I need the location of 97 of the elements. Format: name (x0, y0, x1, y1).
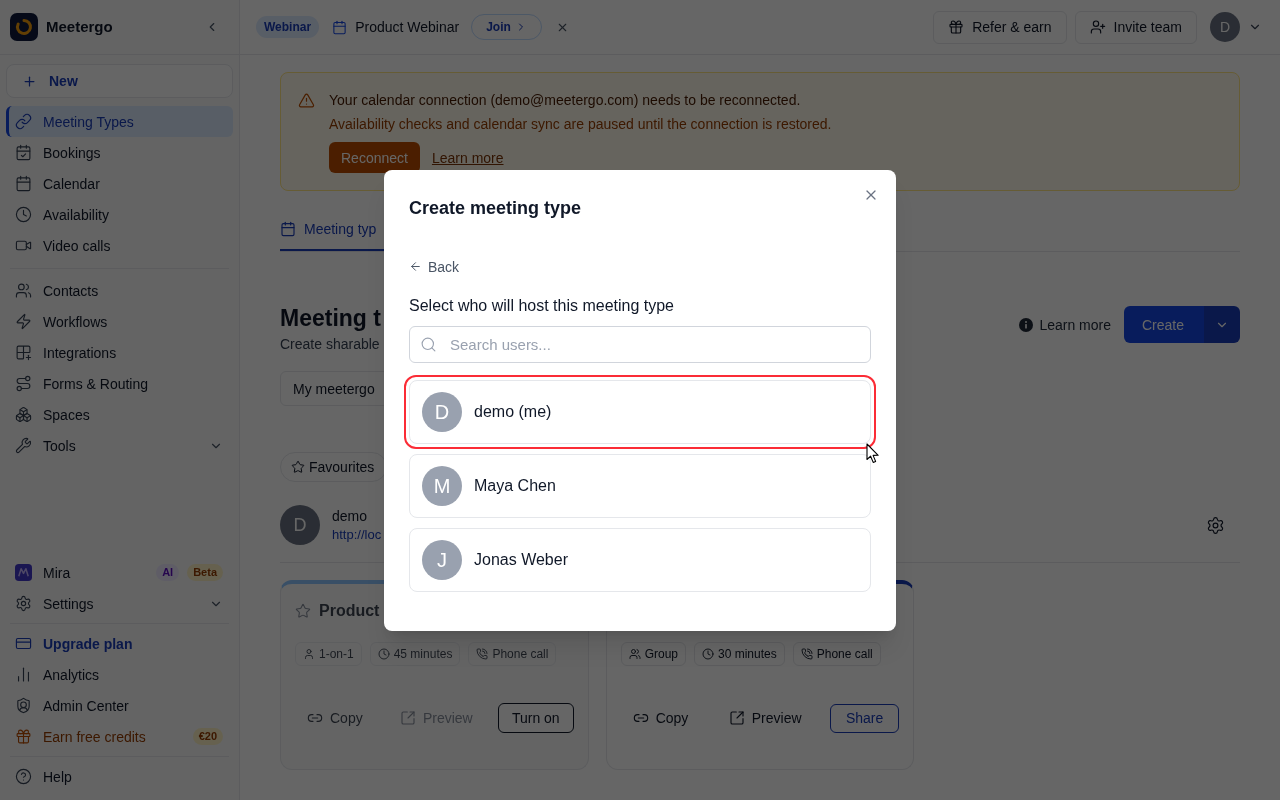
event-title: Product Webinar (355, 18, 460, 37)
new-button[interactable]: New (6, 64, 233, 98)
clock-icon (15, 206, 32, 223)
dialog-title: Create meeting type (409, 196, 583, 220)
arrow-left-icon (409, 260, 422, 273)
mouse-pointer-icon (866, 443, 880, 464)
owner-link[interactable]: http://loc (332, 526, 382, 544)
sidebar-item[interactable]: Contacts (6, 275, 233, 306)
preview-button[interactable]: Preview (716, 703, 814, 733)
sidebar-item[interactable]: Spaces (6, 399, 233, 430)
invite-button[interactable]: Invite team (1074, 10, 1197, 44)
sidebar-item[interactable]: Meeting Types (6, 106, 233, 137)
star-icon[interactable] (295, 603, 311, 619)
event-badge: Webinar (256, 16, 320, 38)
credit-card-icon (15, 635, 32, 652)
page-title: Meeting t (280, 304, 381, 333)
route-icon (15, 375, 32, 392)
alert-title: Your calendar connection (demo@meetergo.com) needs to be reconnected. (329, 91, 802, 110)
brand-name: Meetergo (46, 16, 113, 37)
link-icon (15, 113, 32, 130)
users-icon (15, 282, 32, 299)
shield-user-icon (15, 697, 32, 714)
phone-icon (800, 648, 813, 660)
calendar-icon (15, 175, 32, 192)
grid-plus-icon (15, 344, 32, 361)
settings-icon (15, 595, 32, 612)
sidebar-item[interactable]: Upgrade plan (6, 628, 233, 659)
reconnect-button[interactable]: Reconnect (329, 142, 420, 173)
plus-icon (22, 73, 37, 89)
settings-icon[interactable] (1206, 515, 1225, 535)
sidebar-item[interactable]: Calendar (6, 168, 233, 199)
host-prompt: Select who will host this meeting type (409, 295, 675, 316)
clock-icon (377, 648, 390, 660)
avatar: D (422, 391, 462, 432)
status-badge: Beta (187, 563, 223, 582)
gift-icon (15, 728, 32, 745)
card-title: Product (319, 601, 380, 621)
learn-more-link[interactable]: Learn more (1019, 314, 1111, 335)
user-plus-icon (1089, 19, 1106, 35)
refer-button[interactable]: Refer & earn (933, 10, 1067, 44)
users-icon (628, 648, 641, 660)
avatar: J (422, 539, 462, 580)
sidebar-item[interactable]: Admin Center (6, 690, 233, 721)
wrench-icon (15, 437, 32, 454)
meeting-tag: 30 minutes (694, 642, 785, 666)
bar-chart-icon (15, 666, 32, 683)
sidebar-item[interactable]: Forms & Routing (6, 368, 233, 399)
sidebar-item[interactable]: Analytics (6, 659, 233, 690)
sidebar-item[interactable]: Workflows (6, 306, 233, 337)
sidebar-item[interactable]: Availability (6, 199, 233, 230)
phone-icon (476, 648, 489, 660)
help-icon (15, 768, 32, 785)
meeting-tag: Phone call (468, 642, 557, 666)
calendar-icon (280, 221, 296, 237)
external-link-icon (728, 710, 745, 726)
create-menu-button[interactable] (1204, 306, 1240, 343)
meeting-tag: Group (620, 642, 686, 666)
owner-name: demo (332, 507, 369, 526)
app-logo-icon (10, 13, 38, 41)
warning-icon (298, 92, 315, 109)
search-icon (420, 335, 437, 353)
sidebar-item[interactable]: Settings (6, 588, 233, 619)
sidebar-item[interactable]: Video calls (6, 230, 233, 261)
sidebar-item[interactable]: Integrations (6, 337, 233, 368)
gift-icon (948, 19, 965, 35)
share-button[interactable]: Share (829, 703, 900, 733)
cubes-icon (15, 406, 32, 423)
calendar-icon (332, 19, 348, 35)
star-icon (291, 460, 305, 474)
clock-icon (702, 648, 714, 660)
meeting-tag: 45 minutes (369, 642, 461, 666)
wave-tile-icon (15, 564, 32, 581)
calendar-check-icon (15, 144, 32, 161)
back-link[interactable]: Back (409, 256, 460, 277)
sidebar-item[interactable]: Mira AI Beta (6, 557, 233, 588)
external-link-icon (399, 710, 416, 726)
avatar: M (422, 465, 462, 506)
learn-more-link[interactable]: Learn more (431, 147, 504, 168)
user-option[interactable]: D demo (me) (404, 374, 876, 449)
feature-badge: AI (156, 563, 180, 582)
sidebar-item[interactable]: Earn free credits €20 (6, 721, 233, 752)
sidebar-item[interactable]: Help (6, 761, 233, 792)
info-icon (1019, 317, 1034, 332)
meeting-tag: 1-on-1 (295, 642, 362, 666)
create-button[interactable]: Create (1123, 306, 1204, 343)
search-field[interactable]: Search users... (409, 325, 871, 363)
page-subtitle: Create sharable (280, 335, 381, 354)
turn-on-button[interactable]: Turn on (497, 703, 574, 733)
sidebar-item[interactable]: Tools (6, 430, 233, 461)
meeting-tag: Phone call (792, 642, 881, 666)
copy-button[interactable]: Copy (620, 703, 701, 733)
user-icon (303, 648, 315, 660)
lightning-icon (15, 313, 32, 330)
sidebar-item[interactable]: Bookings (6, 137, 233, 168)
status-badge: €20 (192, 727, 223, 746)
copy-button[interactable]: Copy (295, 703, 375, 733)
alert-message: Availability checks and calendar sync are paused until the connection is restored. (329, 115, 832, 134)
